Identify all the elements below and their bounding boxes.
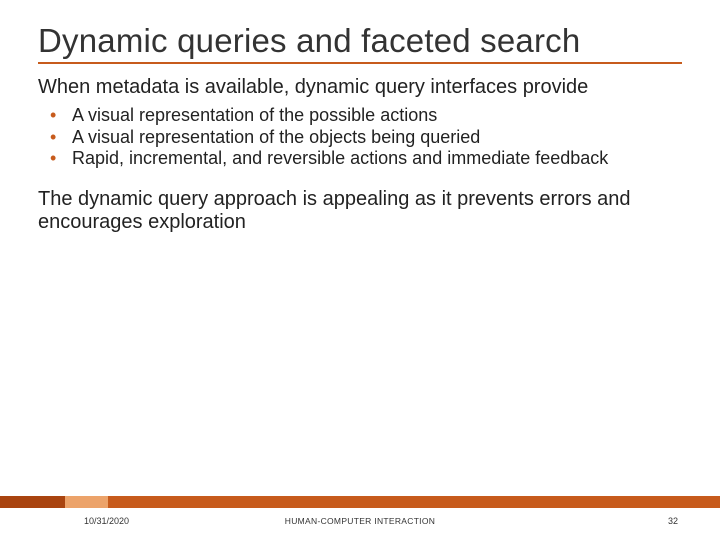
lead-paragraph: When metadata is available, dynamic quer…: [38, 76, 682, 99]
bullet-list: A visual representation of the possible …: [38, 105, 682, 170]
footer-course: HUMAN-COMPUTER INTERACTION: [285, 516, 435, 526]
footer-date: 10/31/2020: [84, 516, 129, 526]
footer-page-number: 32: [668, 516, 678, 526]
list-item: Rapid, incremental, and reversible actio…: [68, 148, 682, 170]
list-item: A visual representation of the objects b…: [68, 127, 682, 149]
list-item: A visual representation of the possible …: [68, 105, 682, 127]
decorative-bar: [0, 496, 720, 508]
slide: Dynamic queries and faceted search When …: [0, 0, 720, 540]
title-underline: [38, 62, 682, 64]
body-paragraph: The dynamic query approach is appealing …: [38, 188, 682, 234]
footer: 10/31/2020 HUMAN-COMPUTER INTERACTION 32: [0, 516, 720, 526]
slide-title: Dynamic queries and faceted search: [38, 22, 682, 60]
